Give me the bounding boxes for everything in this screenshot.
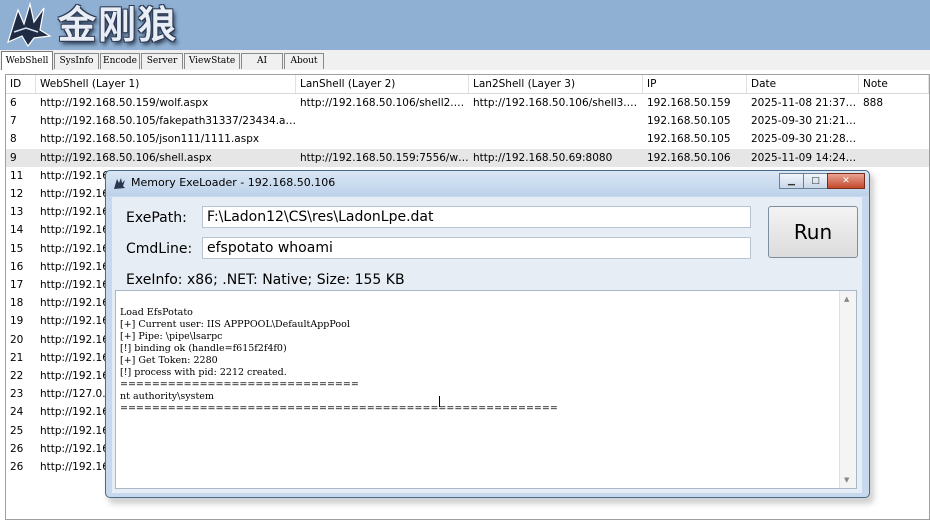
output-line: [+] Pipe: \pipe\lsarpc [120,331,223,342]
minimize-button[interactable]: ▁ [779,173,804,189]
table-header: ID WebShell (Layer 1) LanShell (Layer 2)… [6,75,929,94]
table-row[interactable]: 7 http://192.168.50.105/fakepath31337/234… [6,112,929,130]
logo-text: 金刚狼 [58,2,179,47]
cell-lan2shell: http://192.168.50.106/shell3.as... [473,97,643,109]
cell-id: 18 [10,297,24,310]
cell-id: 24 [10,406,24,419]
cell-lanshell: http://192.168.50.106/shell2.as... [300,97,469,109]
output-line: ============================== [120,379,359,390]
cell-webshell: http://192.168.50.105/json111/1111.aspx [40,133,260,146]
exepath-label: ExePath: [126,210,187,226]
tab-sysinfo[interactable]: SysInfo [54,53,99,69]
output-scrollbar[interactable]: ▲ ▼ [839,291,856,488]
cell-id: 12 [10,188,24,200]
cell-id: 11 [10,169,24,182]
cell-lanshell: http://192.168.50.159:7556/wol... [300,151,469,164]
cell-ip: 192.168.50.105 [647,115,731,128]
cell-lanshell [296,112,469,130]
table-row[interactable]: 9 http://192.168.50.106/shell.aspx http://… [6,148,929,167]
cell-id: 17 [10,279,24,291]
app-banner: 金刚狼 [0,0,930,50]
output-line: [+] Current user: IIS APPPOOL\DefaultApp… [120,319,350,330]
cell-lanshell [296,130,469,148]
dialog-client: ExePath: F:\Ladon12\CS\res\LadonLpe.dat … [112,197,862,493]
cell-note: 888 [863,97,884,109]
cell-date: 2025-09-30 21:21:36 [751,115,859,128]
col-header-lan2shell[interactable]: Lan2Shell (Layer 3) [469,75,643,93]
cell-date: 2025-11-08 21:37:14 [751,97,859,109]
cell-lan2shell [469,130,643,148]
output-line: [!] binding ok (handle=f615f2f4f0) [120,343,287,354]
tab-server[interactable]: Server [141,53,183,69]
cell-lan2shell: http://192.168.50.69:8080 [473,151,613,164]
cell-id: 19 [10,315,24,328]
text-caret [439,396,440,407]
cell-id: 16 [10,260,24,273]
cell-id: 13 [10,206,24,219]
cell-id: 23 [10,388,24,401]
col-header-lanshell[interactable]: LanShell (Layer 2) [296,75,469,93]
cell-id: 26 [10,442,24,455]
table-row[interactable]: 8 http://192.168.50.105/json111/1111.aspx… [6,130,929,148]
cell-id: 21 [10,351,24,364]
cell-id: 15 [10,242,24,255]
close-button[interactable]: ✕ [827,173,865,189]
col-header-date[interactable]: Date [747,75,859,93]
cell-id: 25 [10,424,24,437]
dialog-titlebar[interactable]: Memory ExeLoader - 192.168.50.106 ▁ □ ✕ [106,171,869,196]
tab-webshell[interactable]: WebShell [1,51,53,70]
run-button[interactable]: Run [768,206,858,258]
output-line: nt authority\system [120,391,214,402]
cmdline-input[interactable]: efspotato whoami [202,237,751,259]
cell-id: 20 [10,333,24,346]
col-header-note[interactable]: Note [859,75,929,93]
tab-viewstate[interactable]: ViewState [184,53,240,69]
maximize-button[interactable]: □ [803,173,828,189]
cell-ip: 192.168.50.159 [647,97,731,109]
exeinfo-text: ExeInfo: x86; .NET: Native; Size: 155 KB [126,272,405,288]
cell-note [859,130,929,148]
dialog-title: Memory ExeLoader - 192.168.50.106 [131,176,336,189]
cell-ip: 192.168.50.106 [647,151,731,164]
cell-ip: 192.168.50.105 [647,133,731,146]
cell-date: 2025-09-30 21:28:12 [751,133,859,146]
cell-id: 8 [10,133,17,146]
cell-date: 2025-11-09 14:24:41 [751,151,859,164]
tab-encode[interactable]: Encode [100,53,140,69]
cell-id: 22 [10,370,24,382]
cell-note [859,149,929,167]
cell-id: 9 [10,151,17,164]
tab-bar: WebShell SysInfo Encode Server ViewState… [0,50,930,70]
cmdline-label: CmdLine: [126,241,193,257]
output-console[interactable]: Load EfsPotato [+] Current user: IIS APPP… [115,290,857,489]
wolf-app-icon [114,178,125,189]
col-header-ip[interactable]: IP [643,75,747,93]
exepath-input[interactable]: F:\Ladon12\CS\res\LadonLpe.dat [202,206,751,228]
tab-ai[interactable]: AI [241,53,283,69]
memory-exeloader-dialog: Memory ExeLoader - 192.168.50.106 ▁ □ ✕ … [105,170,870,498]
wolverine-logo-icon [7,2,52,48]
cell-id: 7 [10,115,17,128]
cell-id: 26 [10,461,24,473]
cell-webshell: http://192.168.50.105/fakepath31337/2343… [40,115,296,128]
output-line: [!] process with pid: 2212 created. [120,367,287,378]
output-line: [+] Get Token: 2280 [120,355,218,366]
tab-about[interactable]: About [284,53,324,69]
output-line: Load EfsPotato [120,307,193,318]
cell-id: 14 [10,224,24,237]
cell-lan2shell [469,112,643,130]
scroll-up-arrow-icon[interactable]: ▲ [844,295,849,303]
cell-webshell: http://192.168.50.159/wolf.aspx [40,97,209,109]
table-row[interactable]: 6 http://192.168.50.159/wolf.aspx http://1… [6,94,929,112]
cell-webshell: http://192.168.50.106/shell.aspx [40,151,212,164]
col-header-id[interactable]: ID [6,75,36,93]
output-line: ========================================… [120,403,558,414]
cell-note [859,112,929,130]
cell-id: 6 [10,97,17,109]
scroll-down-arrow-icon[interactable]: ▼ [844,476,849,484]
col-header-webshell[interactable]: WebShell (Layer 1) [36,75,296,93]
